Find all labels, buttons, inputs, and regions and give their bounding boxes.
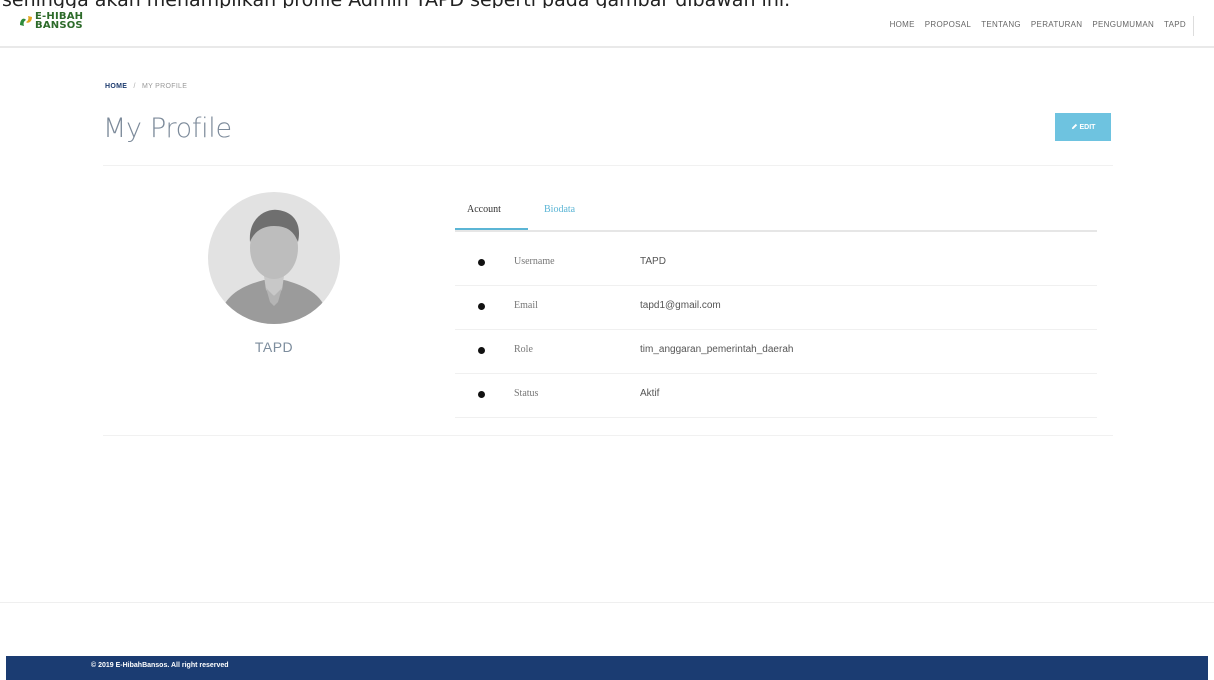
pencil-icon xyxy=(1071,123,1078,132)
title-divider xyxy=(103,165,1113,166)
profile-tabs: Account Biodata xyxy=(455,194,1097,232)
profile-name: TAPD xyxy=(254,339,294,355)
detail-value: TAPD xyxy=(640,256,666,267)
user-avatar-icon xyxy=(208,192,340,324)
detail-label: Username xyxy=(514,256,555,267)
nav-pengumuman[interactable]: PENGUMUMAN xyxy=(1092,20,1154,29)
edit-button-label: EDIT xyxy=(1079,123,1096,131)
detail-label: Role xyxy=(514,344,533,355)
main-nav: HOME PROPOSAL TENTANG PERATURAN PENGUMUM… xyxy=(880,20,1186,29)
nav-proposal[interactable]: PROPOSAL xyxy=(925,20,971,29)
nav-peraturan[interactable]: PERATURAN xyxy=(1031,20,1082,29)
detail-value: tim_anggaran_pemerintah_daerah xyxy=(640,344,794,355)
nav-user-tapd[interactable]: TAPD xyxy=(1164,20,1186,29)
nav-tentang[interactable]: TENTANG xyxy=(981,20,1021,29)
detail-row-status: Status Aktif xyxy=(455,374,1097,418)
detail-row-role: Role tim_anggaran_pemerintah_daerah xyxy=(455,330,1097,374)
bullet-icon xyxy=(478,259,485,266)
detail-value: Aktif xyxy=(640,388,660,399)
active-tab-indicator xyxy=(455,228,528,230)
footer-copyright: © 2019 E-HibahBansos. All right reserved xyxy=(91,662,229,669)
footer-divider xyxy=(0,602,1214,603)
account-details: Username TAPD Email tapd1@gmail.com Role… xyxy=(455,242,1097,418)
detail-label: Email xyxy=(514,300,538,311)
brand-line2: BANSOS xyxy=(35,20,83,31)
breadcrumb-home[interactable]: HOME xyxy=(105,83,127,90)
tab-account[interactable]: Account xyxy=(467,204,501,215)
site-footer: © 2019 E-HibahBansos. All right reserved xyxy=(6,656,1208,680)
hands-icon xyxy=(18,13,34,29)
detail-row-username: Username TAPD xyxy=(455,242,1097,286)
tab-biodata[interactable]: Biodata xyxy=(544,204,575,215)
bullet-icon xyxy=(478,347,485,354)
page-title: My Profile xyxy=(103,113,232,144)
detail-label: Status xyxy=(514,388,539,399)
breadcrumb-separator: / xyxy=(133,83,136,90)
bullet-icon xyxy=(478,303,485,310)
top-navbar: E-HIBAH BANSOS HOME PROPOSAL TENTANG PER… xyxy=(0,8,1214,48)
detail-row-email: Email tapd1@gmail.com xyxy=(455,286,1097,330)
breadcrumb-current: MY PROFILE xyxy=(141,83,188,90)
bullet-icon xyxy=(478,391,485,398)
nav-divider xyxy=(1193,16,1194,36)
brand-name: E-HIBAH BANSOS xyxy=(35,12,83,31)
content-divider xyxy=(103,435,1113,436)
detail-value: tapd1@gmail.com xyxy=(640,300,721,311)
breadcrumb: HOME / MY PROFILE xyxy=(105,83,187,90)
edit-button[interactable]: EDIT xyxy=(1055,113,1111,141)
nav-home[interactable]: HOME xyxy=(890,20,915,29)
brand-logo[interactable]: E-HIBAH BANSOS xyxy=(18,10,83,32)
